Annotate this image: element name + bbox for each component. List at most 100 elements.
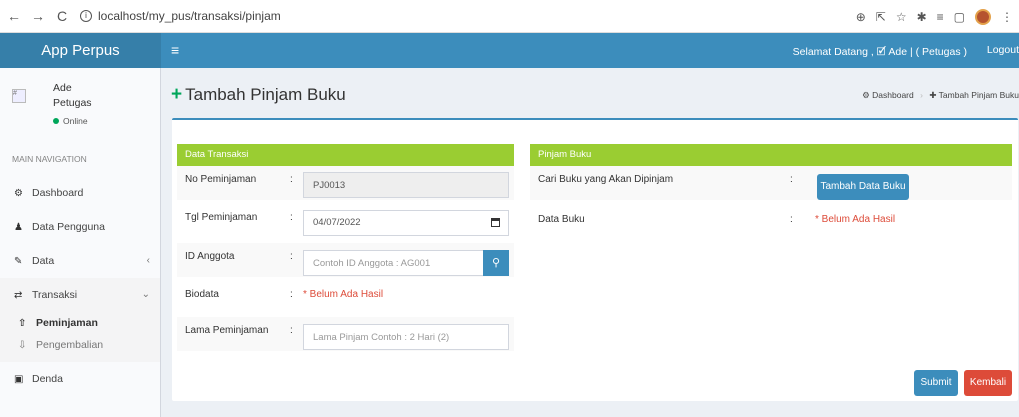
content-header: + Tambah Pinjam Buku ⚙ Dashboard › ✚ Tamb… xyxy=(161,68,1019,118)
label-no-peminjaman: No Peminjaman xyxy=(185,174,257,185)
download-icon: ⇩ xyxy=(18,340,27,351)
submit-button[interactable]: Submit xyxy=(914,370,958,396)
colon: : xyxy=(790,174,793,185)
label-lama-peminjaman: Lama Peminjaman xyxy=(185,325,269,336)
colon: : xyxy=(290,174,293,185)
edit-icon: ✎ xyxy=(14,256,23,267)
breadcrumb-separator: › xyxy=(920,90,923,100)
reload-icon[interactable]: C xyxy=(52,8,72,24)
sidebar-item-label: Pengembalian xyxy=(36,339,104,351)
app-header: App Perpus ≡ Selamat Datang , 🗹 Ade | ( … xyxy=(0,33,1019,68)
sidebar-item-dashboard[interactable]: ⚙ Dashboard xyxy=(0,176,160,210)
sidebar-icon[interactable]: ▢ xyxy=(954,10,965,24)
address-bar[interactable]: i localhost/my_pus/transaksi/pinjam xyxy=(80,5,860,27)
upload-icon: ⇧ xyxy=(18,318,27,329)
row-cari-buku: Cari Buku yang Akan Dipinjam : Tambah Da… xyxy=(530,166,1012,200)
sidebar-item-pengembalian[interactable]: ⇩ Pengembalian xyxy=(0,334,160,356)
row-lama-peminjaman: Lama Peminjaman : xyxy=(177,317,514,351)
row-data-buku: Data Buku : * Belum Ada Hasil xyxy=(530,206,1012,240)
user-icon: ♟ xyxy=(14,222,23,233)
logout-link[interactable]: Logout xyxy=(987,44,1019,56)
user-name: Ade xyxy=(53,82,72,94)
pinjam-buku-header: Pinjam Buku xyxy=(530,144,1012,166)
row-id-anggota: ID Anggota : ⚲ xyxy=(177,243,514,277)
data-buku-result: * Belum Ada Hasil xyxy=(815,214,896,225)
forward-icon[interactable]: → xyxy=(28,8,48,24)
share-icon[interactable]: ⇱ xyxy=(876,10,886,24)
colon: : xyxy=(790,214,793,225)
sidebar-item-label: Transaksi xyxy=(32,289,78,301)
top-navbar: ≡ Selamat Datang , 🗹 Ade | ( Petugas ) L… xyxy=(161,33,1019,68)
breadcrumb-home[interactable]: Dashboard xyxy=(872,90,914,100)
biodata-result: * Belum Ada Hasil xyxy=(303,289,384,300)
lama-peminjaman-input[interactable] xyxy=(303,324,509,350)
url-text[interactable]: localhost/my_pus/transaksi/pinjam xyxy=(98,9,281,23)
label-cari-buku: Cari Buku yang Akan Dipinjam xyxy=(538,174,674,185)
sidebar-item-label: Data xyxy=(32,255,55,267)
back-icon[interactable]: ← xyxy=(4,8,24,24)
sidebar-item-transaksi[interactable]: ⇄ Transaksi ⌄ xyxy=(0,278,160,312)
tgl-peminjaman-field[interactable]: 04/07/2022 xyxy=(303,210,509,236)
search-icon: ⚲ xyxy=(491,256,501,269)
label-biodata: Biodata xyxy=(185,289,219,300)
breadcrumb-current: Tambah Pinjam Buku xyxy=(938,90,1019,100)
form-box: Data Transaksi No Peminjaman : Tgl Pemin… xyxy=(172,118,1018,401)
data-transaksi-header: Data Transaksi xyxy=(177,144,514,166)
plus-icon: ✚ xyxy=(929,90,937,100)
calendar-icon[interactable] xyxy=(491,218,500,227)
star-icon[interactable]: ☆ xyxy=(896,10,907,24)
site-info-icon[interactable]: i xyxy=(80,10,92,22)
nav-header: MAIN NAVIGATION xyxy=(0,143,160,176)
transaksi-submenu: ⇧ Peminjaman ⇩ Pengembalian xyxy=(0,312,160,362)
sidebar-item-label: Denda xyxy=(32,373,63,385)
menu-icon[interactable]: ⋮ xyxy=(1001,10,1013,24)
sidebar-item-data[interactable]: ✎ Data ‹ xyxy=(0,244,160,278)
reading-list-icon[interactable]: ≡ xyxy=(937,10,944,24)
chevron-down-icon: ⌄ xyxy=(141,289,150,300)
sidebar-toggle-icon[interactable]: ≡ xyxy=(171,42,179,58)
colon: : xyxy=(290,289,293,300)
dashboard-icon: ⚙ xyxy=(14,188,23,199)
sidebar: # Ade Petugas Online MAIN NAVIGATION ⚙ Da… xyxy=(0,68,161,417)
sidebar-item-label: Dashboard xyxy=(32,187,84,199)
browser-toolbar: ← → C i localhost/my_pus/transaksi/pinja… xyxy=(0,0,1019,33)
plus-icon: + xyxy=(171,84,183,105)
row-biodata: Biodata : * Belum Ada Hasil xyxy=(177,281,514,315)
colon: : xyxy=(290,212,293,223)
sidebar-item-label: Data Pengguna xyxy=(32,221,105,233)
sidebar-item-label: Peminjaman xyxy=(36,317,98,329)
extension-icon[interactable]: ✱ xyxy=(917,10,927,24)
sidebar-item-peminjaman[interactable]: ⇧ Peminjaman xyxy=(0,312,160,334)
user-panel: # Ade Petugas Online xyxy=(0,68,160,143)
app-logo[interactable]: App Perpus xyxy=(0,33,161,68)
page-title: + Tambah Pinjam Buku xyxy=(171,84,346,106)
welcome-text[interactable]: Selamat Datang , 🗹 Ade | ( Petugas ) xyxy=(793,44,967,62)
colon: : xyxy=(290,325,293,336)
avatar: # xyxy=(12,89,26,103)
status-text: Online xyxy=(63,116,88,126)
row-no-peminjaman: No Peminjaman : xyxy=(177,166,514,200)
row-tgl-peminjaman: Tgl Peminjaman : 04/07/2022 xyxy=(177,204,514,238)
page-title-text: Tambah Pinjam Buku xyxy=(185,85,346,104)
money-icon: ▣ xyxy=(14,374,24,385)
date-value: 04/07/2022 xyxy=(313,217,361,228)
profile-icon[interactable] xyxy=(975,8,991,25)
breadcrumb: ⚙ Dashboard › ✚ Tambah Pinjam Buku xyxy=(862,90,1019,101)
tambah-data-buku-button[interactable]: Tambah Data Buku xyxy=(817,174,909,200)
sidebar-item-denda[interactable]: ▣ Denda xyxy=(0,362,160,396)
label-id-anggota: ID Anggota xyxy=(185,251,235,262)
no-peminjaman-field[interactable] xyxy=(303,172,509,198)
label-data-buku: Data Buku xyxy=(538,214,585,225)
kembali-button[interactable]: Kembali xyxy=(964,370,1012,396)
id-anggota-input[interactable] xyxy=(303,250,484,276)
user-status: Online xyxy=(53,116,88,126)
sidebar-item-data-pengguna[interactable]: ♟ Data Pengguna xyxy=(0,210,160,244)
label-tgl-peminjaman: Tgl Peminjaman xyxy=(185,212,258,223)
zoom-icon[interactable]: ⊕ xyxy=(856,10,866,24)
exchange-icon: ⇄ xyxy=(14,290,23,301)
chevron-left-icon: ‹ xyxy=(146,255,150,266)
search-button[interactable]: ⚲ xyxy=(483,250,509,276)
dashboard-icon: ⚙ xyxy=(862,90,870,100)
user-role: Petugas xyxy=(53,97,92,109)
online-dot-icon xyxy=(53,118,59,124)
